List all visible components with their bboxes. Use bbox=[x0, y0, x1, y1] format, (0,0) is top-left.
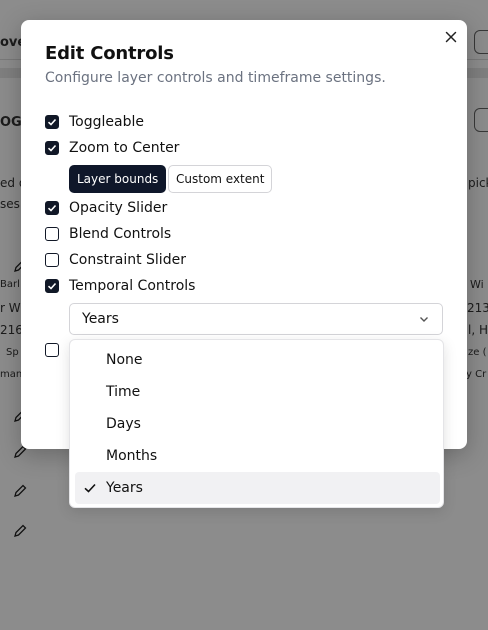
checkbox-checked[interactable] bbox=[45, 279, 59, 293]
dropdown-option-label: None bbox=[106, 352, 143, 368]
option-label: Opacity Slider bbox=[69, 200, 168, 216]
dropdown-option-label: Years bbox=[106, 480, 143, 496]
check-icon bbox=[84, 483, 96, 493]
option-label: Zoom to Center bbox=[69, 140, 180, 156]
layer-bounds-button[interactable]: Layer bounds bbox=[69, 165, 167, 193]
option-constraint-slider[interactable]: Constraint Slider bbox=[45, 250, 186, 270]
dialog-title: Edit Controls bbox=[45, 43, 174, 64]
dropdown-option-none[interactable]: None bbox=[75, 344, 440, 376]
option-label: Temporal Controls bbox=[69, 278, 196, 294]
checkbox-unchecked[interactable] bbox=[45, 227, 59, 241]
dropdown-option-days[interactable]: Days bbox=[75, 408, 440, 440]
dropdown-option-months[interactable]: Months bbox=[75, 440, 440, 472]
option-opacity-slider[interactable]: Opacity Slider bbox=[45, 198, 167, 218]
close-button[interactable] bbox=[442, 28, 460, 46]
dropdown-option-label: Days bbox=[106, 416, 141, 432]
option-zoom-to-center[interactable]: Zoom to Center bbox=[45, 138, 179, 158]
timeframe-dropdown: None Time Days Months Years bbox=[69, 339, 444, 508]
check-icon bbox=[47, 282, 57, 290]
dropdown-option-time[interactable]: Time bbox=[75, 376, 440, 408]
option-temporal-controls[interactable]: Temporal Controls bbox=[45, 276, 195, 296]
check-icon bbox=[47, 144, 57, 152]
option-blend-controls[interactable]: Blend Controls bbox=[45, 224, 171, 244]
dropdown-option-label: Time bbox=[106, 384, 141, 400]
checkbox-unchecked[interactable] bbox=[45, 343, 59, 357]
timeframe-select[interactable]: Years bbox=[69, 303, 443, 335]
checkbox-unchecked[interactable] bbox=[45, 253, 59, 267]
dialog-subtitle: Configure layer controls and timeframe s… bbox=[45, 70, 386, 86]
option-label: Blend Controls bbox=[69, 226, 172, 242]
option-toggleable[interactable]: Toggleable bbox=[45, 112, 144, 132]
checkbox-checked[interactable] bbox=[45, 201, 59, 215]
chevron-down-icon bbox=[420, 317, 428, 322]
option-label: Toggleable bbox=[69, 114, 144, 130]
checkbox-checked[interactable] bbox=[45, 141, 59, 155]
option-label: Constraint Slider bbox=[69, 252, 186, 268]
close-icon bbox=[445, 31, 457, 43]
dropdown-option-years[interactable]: Years bbox=[75, 472, 440, 504]
custom-extent-button[interactable]: Custom extent bbox=[168, 165, 273, 193]
check-icon bbox=[47, 118, 57, 126]
check-icon bbox=[47, 204, 57, 212]
dropdown-option-label: Months bbox=[106, 448, 158, 464]
checkbox-checked[interactable] bbox=[45, 115, 59, 129]
timeframe-select-value: Years bbox=[82, 311, 119, 327]
